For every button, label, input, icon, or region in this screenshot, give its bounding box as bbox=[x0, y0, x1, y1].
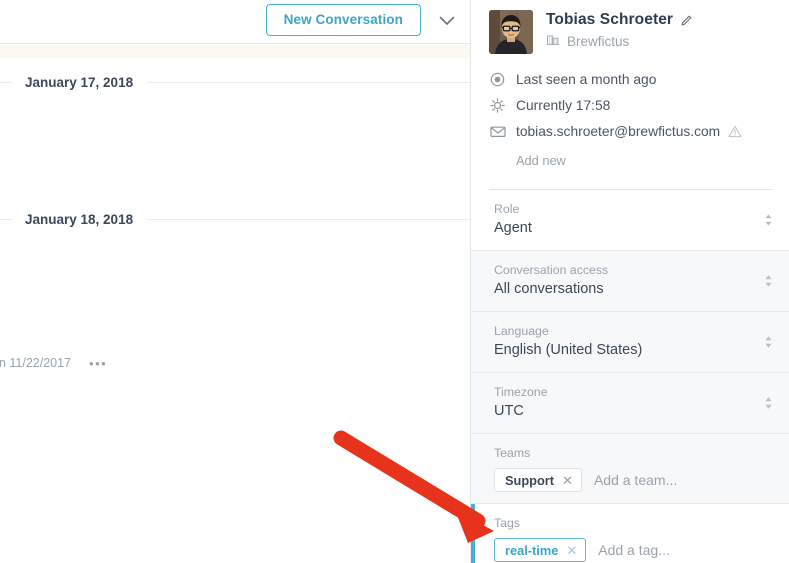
new-conversation-button[interactable]: New Conversation bbox=[265, 4, 421, 36]
contact-name-block: Tobias Schroeter Brewfictus bbox=[533, 10, 693, 51]
property-label: Conversation access bbox=[494, 263, 609, 277]
property-value: UTC bbox=[494, 403, 524, 419]
contact-identity: Tobias Schroeter Brewfictus bbox=[489, 10, 773, 54]
close-icon[interactable]: ✕ bbox=[562, 474, 573, 487]
conversation-header: New Conversation bbox=[0, 0, 470, 44]
divider-left bbox=[0, 81, 12, 83]
presence-circle-icon bbox=[489, 72, 506, 87]
property-row-timezone[interactable]: Timezone UTC bbox=[471, 373, 789, 434]
property-label: Role bbox=[494, 202, 520, 216]
teams-label: Teams bbox=[494, 446, 531, 460]
info-row-local-time: Currently 17:58 bbox=[489, 92, 773, 118]
info-row-last-seen: Last seen a month ago bbox=[489, 66, 773, 92]
date-separator: January 17, 2018 bbox=[0, 73, 470, 91]
contact-details-pane: Tobias Schroeter Brewfictus Last seen a … bbox=[470, 0, 789, 563]
divider-left bbox=[0, 218, 12, 220]
contact-summary: Tobias Schroeter Brewfictus Last seen a … bbox=[471, 0, 789, 190]
property-row-teams[interactable]: Teams Support ✕ Add a team... bbox=[471, 434, 789, 504]
property-row-role[interactable]: Role Agent bbox=[471, 190, 789, 251]
info-row-email: tobias.schroeter@brewfictus.com bbox=[489, 118, 773, 144]
divider-right bbox=[147, 218, 470, 220]
avatar[interactable] bbox=[489, 10, 533, 54]
local-time-text: Currently 17:58 bbox=[516, 97, 611, 113]
chevron-down-icon[interactable] bbox=[438, 12, 456, 30]
email-text[interactable]: tobias.schroeter@brewfictus.com bbox=[516, 124, 720, 139]
add-tag-input[interactable]: Add a tag... bbox=[598, 542, 670, 558]
stepper-updown-icon[interactable] bbox=[764, 335, 773, 349]
tags-chip-row: real-time ✕ Add a tag... bbox=[494, 538, 773, 562]
add-team-input[interactable]: Add a team... bbox=[594, 472, 677, 488]
contact-name: Tobias Schroeter bbox=[546, 11, 674, 28]
warning-triangle-icon[interactable] bbox=[728, 125, 742, 138]
property-row-language[interactable]: Language English (United States) bbox=[471, 312, 789, 373]
app-root: New Conversation January 17, 2018 Januar… bbox=[0, 0, 789, 563]
company-name: Brewfictus bbox=[567, 34, 630, 49]
stepper-updown-icon[interactable] bbox=[764, 396, 773, 410]
tags-label: Tags bbox=[494, 516, 520, 530]
tag-chip[interactable]: real-time ✕ bbox=[494, 538, 587, 562]
highlight-band bbox=[0, 45, 470, 58]
stepper-updown-icon[interactable] bbox=[764, 213, 773, 227]
conversation-pane: New Conversation January 17, 2018 Januar… bbox=[0, 0, 470, 563]
tag-chip-label: real-time bbox=[505, 542, 559, 558]
property-row-conversation-access[interactable]: Conversation access All conversations bbox=[471, 251, 789, 312]
property-row-tags[interactable]: Tags real-time ✕ Add a tag... bbox=[471, 504, 789, 563]
envelope-icon bbox=[489, 125, 506, 138]
add-new-link[interactable]: Add new bbox=[516, 153, 566, 168]
stepper-updown-icon[interactable] bbox=[764, 274, 773, 288]
contact-info-list: Last seen a month ago Currently 17:58 to… bbox=[489, 66, 773, 170]
close-icon[interactable]: ✕ bbox=[566, 544, 577, 557]
date-separator-label: January 18, 2018 bbox=[25, 211, 134, 227]
last-seen-text: Last seen a month ago bbox=[516, 71, 657, 87]
teams-chip-row: Support ✕ Add a team... bbox=[494, 468, 773, 492]
property-label: Timezone bbox=[494, 385, 548, 399]
contact-name-row: Tobias Schroeter bbox=[546, 11, 693, 29]
date-separator-label: January 17, 2018 bbox=[25, 74, 134, 90]
date-separator: January 18, 2018 bbox=[0, 210, 470, 228]
message-timestamp: on 11/22/2017 bbox=[0, 356, 72, 370]
property-label: Language bbox=[494, 324, 549, 338]
property-value: Agent bbox=[494, 220, 532, 236]
property-value: All conversations bbox=[494, 281, 604, 297]
message-footer: on 11/22/2017 ••• bbox=[0, 354, 200, 372]
company-row[interactable]: Brewfictus bbox=[546, 32, 693, 51]
team-chip-label: Support bbox=[505, 472, 555, 488]
property-value: English (United States) bbox=[494, 342, 643, 358]
pencil-icon[interactable] bbox=[680, 14, 693, 27]
team-chip[interactable]: Support ✕ bbox=[494, 468, 582, 492]
more-options-icon[interactable]: ••• bbox=[89, 357, 107, 370]
divider-right bbox=[147, 81, 470, 83]
sun-icon bbox=[489, 97, 506, 113]
building-icon bbox=[546, 32, 560, 51]
